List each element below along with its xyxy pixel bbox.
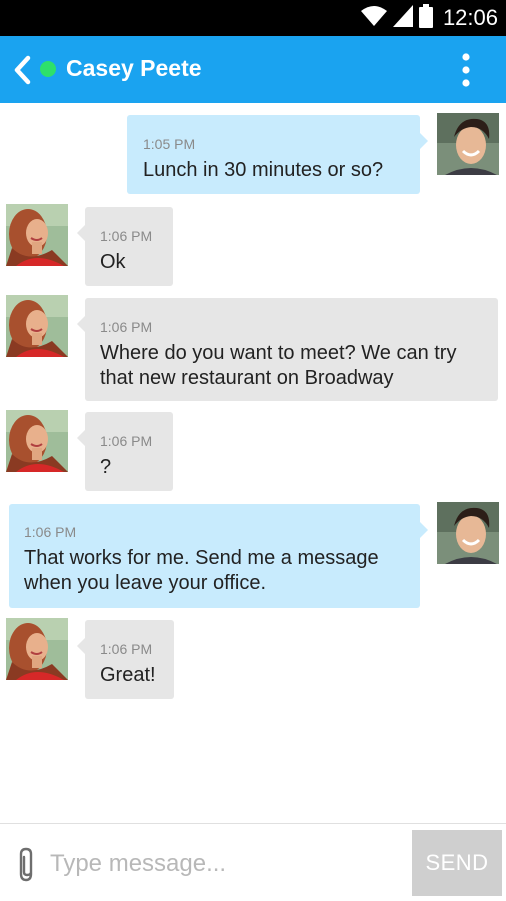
message-time: 1:05 PM	[143, 136, 196, 152]
message-bubble-incoming: 1:06 PM Ok	[77, 207, 173, 286]
avatar-me	[437, 502, 499, 564]
message-input[interactable]	[48, 840, 404, 888]
signal-icon	[392, 4, 413, 32]
message-text: Great!	[100, 664, 156, 686]
wifi-icon	[360, 5, 387, 32]
app-bar: Casey Peete	[0, 36, 506, 103]
message-time: 1:06 PM	[100, 641, 153, 657]
message-bubble-incoming: 1:06 PM Great!	[77, 620, 174, 699]
more-vertical-icon	[455, 53, 477, 92]
message-time: 1:06 PM	[24, 524, 77, 540]
message-text: Ok	[100, 251, 126, 273]
chevron-left-icon	[10, 55, 38, 90]
presence-indicator	[40, 61, 56, 77]
message-bubble-outgoing: 1:06 PM That works for me. Send me a mes…	[9, 504, 428, 608]
message-bubble-outgoing: 1:05 PM Lunch in 30 minutes or so?	[127, 115, 428, 194]
contact-name: Casey Peete	[66, 55, 202, 81]
paperclip-icon	[16, 847, 38, 888]
avatar-me	[437, 113, 499, 175]
message-time: 1:06 PM	[100, 433, 153, 449]
status-icons: 12:06	[360, 0, 498, 36]
message-text: ?	[100, 456, 112, 478]
avatar-contact	[6, 295, 68, 357]
message-time: 1:06 PM	[100, 228, 153, 244]
avatar-contact	[6, 618, 68, 680]
message-text: That works for me. Send me a message whe…	[24, 547, 379, 594]
overflow-menu-button[interactable]	[455, 52, 477, 88]
message-bubble-incoming: 1:06 PM Where do you want to meet? We ca…	[77, 298, 498, 401]
avatar-contact	[6, 204, 68, 266]
message-composer: SEND	[0, 823, 506, 901]
message-text: Where do you want to meet? We can try th…	[100, 342, 457, 389]
status-time: 12:06	[442, 5, 498, 30]
status-bar: 12:06	[0, 0, 506, 36]
attach-button[interactable]	[16, 846, 38, 884]
battery-icon	[418, 3, 433, 33]
avatar-contact	[6, 410, 68, 472]
message-bubble-incoming: 1:06 PM ?	[77, 412, 173, 491]
back-button[interactable]	[10, 54, 38, 86]
message-text: Lunch in 30 minutes or so?	[143, 159, 384, 181]
message-list[interactable]: 1:05 PM Lunch in 30 minutes or so? 1:06 …	[0, 103, 506, 823]
message-time: 1:06 PM	[100, 319, 153, 335]
send-button[interactable]: SEND	[412, 830, 502, 896]
